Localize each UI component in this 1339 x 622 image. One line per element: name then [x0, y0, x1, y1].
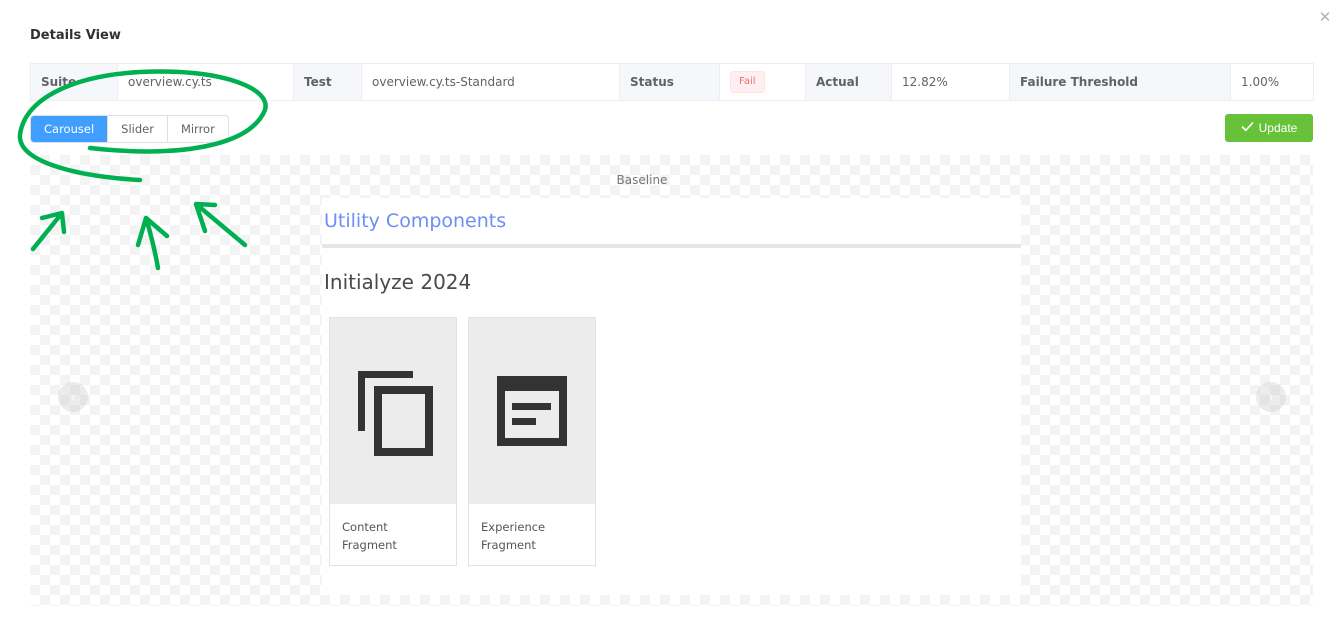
details-table: Suite overview.cy.ts Test overview.cy.ts… [30, 63, 1314, 101]
suite-label: Suite [30, 63, 118, 101]
screenshot-divider [322, 244, 1021, 248]
test-label: Test [293, 63, 362, 101]
mode-carousel-button[interactable]: Carousel [31, 116, 108, 142]
carousel-prev-button[interactable]: ‹ [58, 382, 88, 412]
dialog-title: Details View [30, 28, 121, 43]
screenshot-page-title: Utility Components [324, 210, 507, 232]
actual-label: Actual [805, 63, 892, 101]
threshold-label: Failure Threshold [1009, 63, 1231, 101]
close-icon[interactable]: ✕ [1318, 10, 1332, 25]
status-badge: Fail [730, 71, 765, 93]
card-thumbnail [330, 318, 456, 504]
carousel-next-button[interactable]: › [1256, 382, 1286, 412]
status-cell: Fail [719, 63, 806, 101]
card-experience-fragment: Experience Fragment [468, 317, 596, 566]
details-row: Suite overview.cy.ts Test overview.cy.ts… [30, 63, 1314, 101]
copy-icon [358, 371, 433, 456]
update-label: Update [1258, 121, 1298, 135]
check-icon [1241, 121, 1254, 135]
threshold-value: 1.00% [1230, 63, 1314, 101]
card-label: Experience Fragment [481, 520, 546, 552]
card-label: Content Fragment [342, 520, 397, 552]
web-page-icon [497, 376, 567, 446]
mode-mirror-button[interactable]: Mirror [166, 116, 228, 142]
mode-slider-button[interactable]: Slider [107, 116, 167, 142]
screenshot-heading: Initialyze 2024 [324, 270, 472, 294]
test-value: overview.cy.ts-Standard [361, 63, 620, 101]
update-button[interactable]: Update [1225, 114, 1313, 142]
suite-value: overview.cy.ts [117, 63, 294, 101]
status-label: Status [619, 63, 720, 101]
card-thumbnail [469, 318, 595, 504]
baseline-screenshot: Utility Components Initialyze 2024 Conte… [322, 198, 1021, 595]
chevron-right-icon: › [1268, 390, 1274, 404]
actual-value: 12.82% [891, 63, 1010, 101]
chevron-left-icon: ‹ [70, 390, 76, 404]
slide-caption: Baseline [616, 173, 668, 187]
view-mode-group: Carousel Slider Mirror [30, 115, 229, 143]
card-content-fragment: Content Fragment [329, 317, 457, 566]
